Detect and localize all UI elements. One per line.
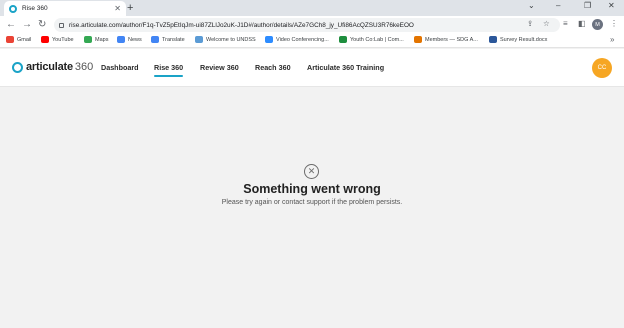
sheets-icon — [339, 36, 347, 43]
app-header: articulate 360 Dashboard Rise 360 Review… — [0, 49, 624, 87]
maximize-button[interactable]: ❐ — [584, 1, 591, 10]
menu-kebab-icon[interactable]: ⋮ — [610, 19, 618, 28]
un-globe-icon — [195, 36, 203, 43]
side-panel-icon[interactable]: ◧ — [578, 19, 586, 28]
more-bookmarks-icon[interactable]: » — [610, 35, 614, 44]
nav-dashboard[interactable]: Dashboard — [101, 63, 139, 72]
sdg-icon — [414, 36, 422, 43]
browser-tab-strip: Rise 360 ✕ + ⌄ – ❐ ✕ — [0, 0, 624, 16]
translate-icon — [151, 36, 159, 43]
tab-search-icon[interactable]: ⌄ — [528, 1, 535, 10]
bookmark-survey-result[interactable]: Survey Result.docx — [489, 36, 547, 43]
bookmark-members[interactable]: Members — SDG A... — [414, 36, 478, 43]
articulate-logo[interactable]: articulate 360 — [12, 61, 93, 73]
error-message: Please try again or contact support if t… — [221, 199, 403, 206]
url-text[interactable]: rise.articulate.com/author/F1q-TvZ5pEtIq… — [69, 22, 414, 29]
bookmark-youtube[interactable]: YouTube — [41, 36, 74, 43]
share-icon[interactable]: ⇪ — [527, 19, 533, 28]
bookmark-zoom[interactable]: Video Conferencing... — [265, 36, 329, 43]
back-button[interactable]: ← — [6, 19, 16, 31]
minimize-button[interactable]: – — [556, 1, 560, 10]
tab-title: Rise 360 — [22, 5, 48, 12]
bookmark-gmail[interactable]: Gmail — [6, 36, 31, 43]
error-close-icon: ✕ — [304, 164, 319, 179]
user-avatar[interactable]: CC — [592, 58, 612, 78]
gmail-icon — [6, 36, 14, 43]
new-tab-button[interactable]: + — [127, 2, 133, 14]
word-doc-icon — [489, 36, 497, 43]
bookmark-youth-colab[interactable]: Youth Co:Lab | Com... — [339, 36, 404, 43]
bookmark-maps[interactable]: Maps — [84, 36, 108, 43]
browser-toolbar: ← → ↻ rise.articulate.com/author/F1q-TvZ… — [0, 16, 624, 34]
news-icon — [117, 36, 125, 43]
articulate-ring-icon — [12, 61, 23, 73]
bookmark-news[interactable]: News — [117, 36, 142, 43]
zoom-icon — [265, 36, 273, 43]
nav-articulate-training[interactable]: Articulate 360 Training — [307, 63, 384, 72]
tab-close-icon[interactable]: ✕ — [114, 4, 121, 13]
profile-avatar[interactable]: M — [592, 19, 603, 30]
bookmarks-bar: Gmail YouTube Maps News Translate Welcom… — [0, 34, 624, 48]
bookmark-star-icon[interactable]: ☆ — [543, 19, 550, 28]
nav-rise-360[interactable]: Rise 360 — [154, 63, 184, 77]
logo-word: articulate — [26, 61, 73, 73]
error-title: Something went wrong — [243, 182, 381, 196]
bookmark-undss[interactable]: Welcome to UNDSS — [195, 36, 256, 43]
close-window-button[interactable]: ✕ — [608, 1, 615, 10]
youtube-icon — [41, 36, 49, 43]
nav-reach-360[interactable]: Reach 360 — [255, 63, 291, 72]
browser-tab[interactable]: Rise 360 ✕ — [4, 1, 126, 16]
bookmark-translate[interactable]: Translate — [151, 36, 185, 43]
maps-icon — [84, 36, 92, 43]
forward-button[interactable]: → — [22, 19, 32, 31]
reading-list-icon[interactable]: ≡ — [563, 19, 568, 28]
address-bar[interactable]: rise.articulate.com/author/F1q-TvZ5pEtIq… — [54, 18, 560, 32]
lock-icon[interactable] — [59, 22, 64, 28]
nav-review-360[interactable]: Review 360 — [200, 63, 239, 72]
rise-favicon-icon — [9, 4, 17, 13]
reload-button[interactable]: ↻ — [38, 19, 46, 31]
logo-number: 360 — [74, 61, 94, 73]
